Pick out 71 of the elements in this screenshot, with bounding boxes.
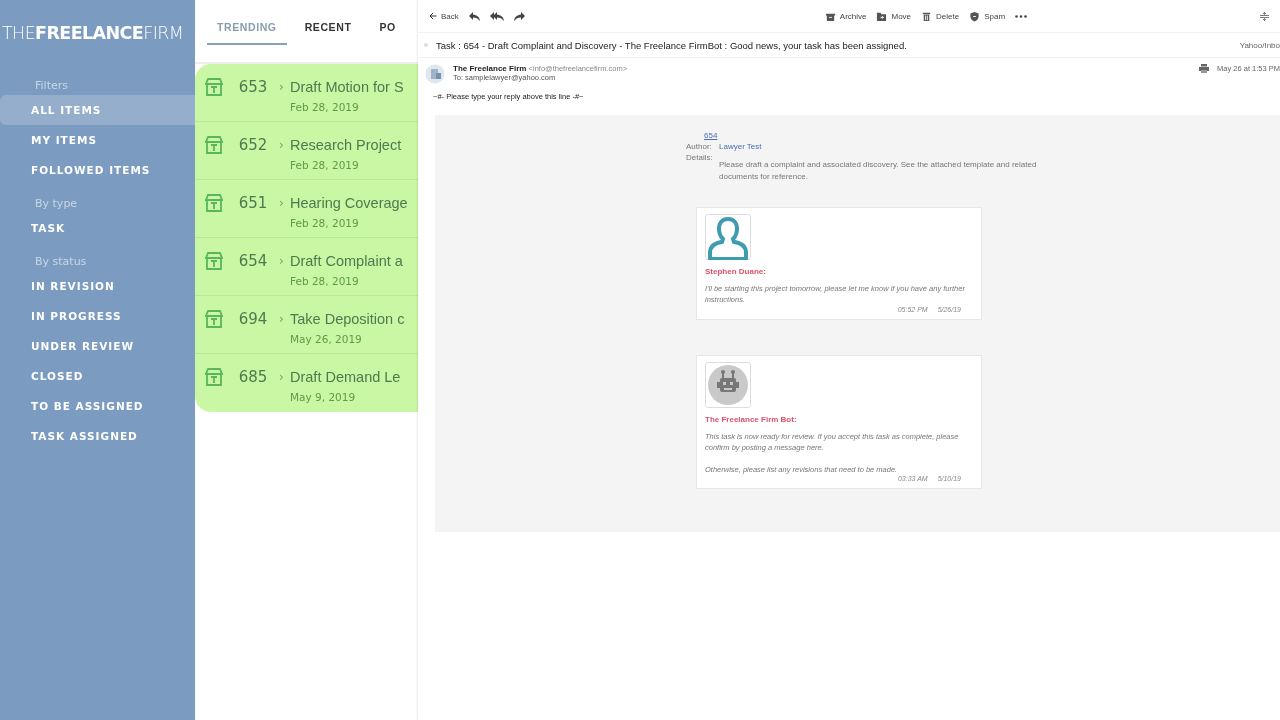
section-heading: By status <box>34 254 88 270</box>
task-title: Hearing Coverage <box>290 195 409 211</box>
task-number: 651 <box>237 194 269 212</box>
task-title: Draft Complaint a <box>290 253 404 269</box>
filter-item[interactable]: CLOSED <box>0 361 195 391</box>
filter-item[interactable]: IN REVISION <box>0 271 195 301</box>
sender-name: The Freelance Firm <box>453 64 527 73</box>
task-date: May 26, 2019 <box>290 333 363 347</box>
print-icon[interactable] <box>1199 64 1210 73</box>
email-subject: Task : 654 - Draft Complaint and Discovery - The Freelance FirmBot : Good news, your task has been assigned. <box>436 39 907 51</box>
filter-item[interactable]: MY ITEMS <box>0 125 195 155</box>
tab[interactable]: RECENT <box>294 0 362 45</box>
robot-avatar-icon <box>705 361 751 408</box>
delete-icon <box>921 10 933 22</box>
filter-item[interactable]: TO BE ASSIGNED <box>0 391 195 421</box>
task-title: Take Deposition c <box>290 311 406 327</box>
filter-item[interactable]: TASK ASSIGNED <box>0 421 195 451</box>
comment-author: The Freelance Firm Bot: <box>705 414 798 424</box>
author-name: Lawyer Test <box>719 142 763 151</box>
move-button[interactable]: Move <box>871 10 917 22</box>
task-date: Feb 28, 2019 <box>290 217 360 231</box>
logo: THEFREELANCEFIRM <box>2 23 185 43</box>
task-number: 653 <box>237 78 269 96</box>
storefront-icon <box>205 252 223 270</box>
filter-item[interactable]: TASK <box>0 213 195 243</box>
chevron-icon: › <box>273 80 290 94</box>
section-heading: Filters <box>34 78 69 94</box>
task-date: May 9, 2019 <box>290 391 357 405</box>
filter-item[interactable]: FOLLOWED ITEMS <box>0 155 195 185</box>
person-avatar-icon <box>705 214 751 261</box>
chevron-icon: › <box>273 312 290 326</box>
task-date: Feb 28, 2019 <box>290 275 360 289</box>
sender-avatar-icon <box>425 64 445 84</box>
task-number: 654 <box>237 252 269 270</box>
storefront-icon <box>205 194 223 212</box>
details-label: Details: <box>686 153 714 164</box>
filter-item[interactable]: IN PROGRESS <box>0 301 195 331</box>
tab[interactable]: PO <box>369 0 406 45</box>
storefront-icon <box>205 368 223 386</box>
task-number: 685 <box>237 368 269 386</box>
back-arrow-icon <box>429 12 437 20</box>
chevron-icon: › <box>273 196 290 210</box>
move-icon <box>876 10 888 22</box>
archive-button[interactable]: Archive <box>819 10 872 22</box>
storefront-icon <box>205 78 223 96</box>
filter-item[interactable]: UNDER REVIEW <box>0 331 195 361</box>
chevron-icon: › <box>273 370 290 384</box>
delete-button[interactable]: Delete <box>916 10 965 22</box>
tab[interactable]: TRENDING <box>207 0 287 45</box>
storefront-icon <box>205 136 223 154</box>
task-number: 694 <box>237 310 269 328</box>
storefront-icon <box>205 310 223 328</box>
task-details: Please draft a complaint and associated discovery. See the attached template and related documents for reference. <box>719 159 1038 183</box>
chevron-icon: › <box>273 254 290 268</box>
author-label: Author: <box>686 142 713 151</box>
task-date: Feb 28, 2019 <box>290 159 360 173</box>
task-date: Feb 28, 2019 <box>290 101 360 115</box>
filter-item[interactable]: ALL ITEMS <box>0 95 195 125</box>
section-heading: By type <box>34 196 79 212</box>
back-button[interactable]: Back <box>424 11 464 21</box>
task-title: Draft Motion for S <box>290 79 405 95</box>
task-number: 652 <box>237 136 269 154</box>
chevron-icon: › <box>273 138 290 152</box>
spam-button[interactable]: Spam <box>964 10 1011 22</box>
spam-icon <box>969 10 981 22</box>
task-title: Draft Demand Le <box>290 369 402 385</box>
task-title: Research Project <box>290 137 403 153</box>
task-row[interactable]: 685 › Draft Demand Le May 9, 2019 <box>195 354 418 412</box>
task-link[interactable]: 654 <box>704 131 1046 140</box>
comment-author: Stephen Duane: <box>705 267 767 277</box>
folder-label: Yahoo/Inbo <box>1239 40 1280 50</box>
